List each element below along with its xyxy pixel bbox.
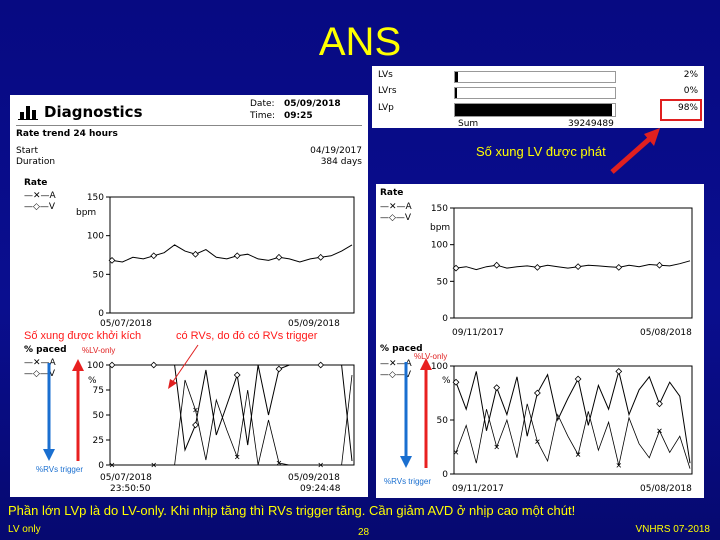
y-tick-label: 0	[442, 314, 448, 324]
right-rate-legend-v: —◇—V	[380, 213, 412, 223]
y-tick-label: 150	[87, 193, 104, 203]
lvrs-percent: 0%	[683, 86, 698, 96]
diagnostics-icon	[18, 104, 38, 120]
y-tick-label: 150	[431, 204, 448, 214]
right-paced-x-start: 09/11/2017	[452, 484, 504, 494]
left-paced-x-end-time: 09:24:48	[300, 484, 341, 494]
plot-frame	[453, 207, 693, 319]
lvs-bar	[454, 71, 616, 83]
start-value: 04/19/2017	[310, 146, 362, 156]
y-tick-label: 50	[93, 270, 105, 280]
footer-left: LV only	[8, 524, 41, 535]
left-rate-legend-a: —✕—A	[24, 191, 56, 201]
right-paced-chart: 100500	[431, 362, 693, 480]
time-value: 09:25	[284, 111, 313, 121]
y-tick-label: 50	[437, 277, 449, 287]
y-tick-label: 0	[98, 461, 104, 471]
left-rate-chart: 150 100 50 0	[87, 193, 355, 319]
slide-title: ANS	[318, 20, 402, 64]
left-rate-legend-v: —◇—V	[24, 202, 56, 212]
left-rate-x-start: 05/07/2018	[100, 319, 152, 329]
left-paced-x-start-time: 23:50:50	[110, 484, 151, 494]
diagnostics-panel-left: Diagnostics Date: 05/09/2018 Time: 09:25…	[10, 95, 368, 497]
left-paced-title: % paced	[24, 345, 67, 355]
left-paced-chart: 1007550250	[87, 361, 355, 471]
footer-right: VNHRS 07-2018	[635, 524, 710, 535]
y-tick-label: 75	[93, 386, 104, 396]
right-rate-legend-a: —✕—A	[380, 202, 412, 212]
right-rate-x-end: 05/08/2018	[640, 328, 692, 338]
right-rate-title: Rate	[380, 188, 404, 198]
callout-arrow	[610, 128, 660, 174]
lvs-percent: 2%	[683, 70, 698, 80]
lvp-bar	[454, 103, 616, 117]
right-paced-x-end: 05/08/2018	[640, 484, 692, 494]
right-rate-x-start: 09/11/2017	[452, 328, 504, 338]
lvrs-bar	[454, 87, 616, 99]
diagnostics-panel-right: Rate —✕—A —◇—V bpm 150 100 50 0 09/11/2017 …	[376, 184, 704, 498]
header-divider	[16, 125, 362, 126]
plot-frame	[109, 196, 355, 314]
rate-trend-subtitle: Rate trend 24 hours	[16, 129, 118, 139]
sum-label: Sum	[458, 119, 479, 128]
left-rate-legend-v-label: V	[48, 202, 56, 212]
right-paced-arrows	[400, 358, 432, 468]
lvp-label: LVp	[378, 103, 394, 113]
note-triggered-pulses: Số xung được khởi kích	[24, 330, 142, 342]
left-rate-title: Rate	[24, 178, 48, 188]
left-lv-only-label: %LV-only	[82, 346, 116, 355]
left-paced-x-start: 05/07/2018	[100, 473, 152, 483]
time-label: Time:	[250, 111, 276, 121]
callout-text: Số xung LV được phát	[476, 144, 606, 159]
left-paced-x-end: 05/09/2018	[288, 473, 340, 483]
footer-page-number: 28	[358, 527, 370, 538]
date-value: 05/09/2018	[284, 99, 341, 109]
diagnostics-title: Diagnostics	[44, 103, 143, 121]
left-rate-legend-a-label: A	[49, 191, 56, 201]
y-tick-label: 100	[431, 241, 448, 251]
right-rate-chart: 150 100 50 0	[431, 204, 693, 324]
y-tick-label: 50	[93, 411, 105, 421]
date-label: Date:	[250, 99, 275, 109]
y-tick-label: 25	[93, 436, 104, 446]
duration-label: Duration	[16, 157, 56, 167]
y-tick-label: 50	[437, 416, 449, 426]
y-tick-label: 0	[442, 470, 448, 480]
y-tick-label: 100	[87, 232, 104, 242]
left-paced-arrows	[43, 359, 84, 461]
annotation-arrow	[168, 344, 199, 389]
right-rvs-trigger-label: %RVs trigger	[384, 477, 431, 486]
bottom-note: Phần lớn LVp là do LV-only. Khi nhịp tăn…	[8, 503, 576, 518]
lvrs-bar-fill	[455, 88, 457, 98]
y-tick-label: 0	[98, 309, 104, 319]
start-label: Start	[16, 146, 38, 156]
right-rate-legend-a-label: A	[405, 202, 412, 212]
right-rate-legend-v-label: V	[404, 213, 412, 223]
lvp-percent: 98%	[677, 103, 698, 113]
lvp-bar-fill	[455, 104, 612, 116]
left-rate-x-end: 05/09/2018	[288, 319, 340, 329]
note-rvs-trigger: có RVs, do đó có RVs trigger	[176, 330, 318, 342]
duration-value: 384 days	[320, 157, 362, 167]
lvrs-label: LVrs	[378, 86, 397, 96]
pacing-counter-panel: LVs 2% LVrs 0% LVp 98% Sum 39249489	[372, 66, 704, 128]
lvs-bar-fill	[455, 72, 459, 82]
lvs-label: LVs	[378, 70, 393, 80]
left-rvs-trigger-label: %RVs trigger	[36, 465, 83, 474]
plot-frame	[109, 364, 355, 466]
